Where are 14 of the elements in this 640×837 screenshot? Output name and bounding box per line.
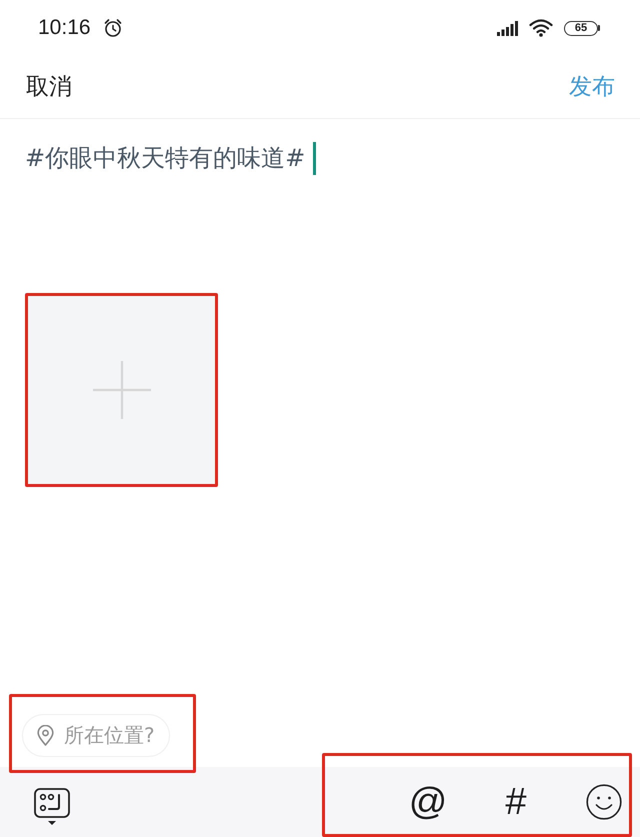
- signal-icon: [497, 20, 519, 36]
- battery-indicator: 65: [564, 20, 600, 36]
- plus-icon: [92, 361, 150, 419]
- cancel-button[interactable]: 取消: [26, 72, 72, 102]
- status-time: 10:16: [38, 16, 91, 40]
- alarm-clock-icon: [102, 18, 123, 38]
- keyboard-button[interactable]: [34, 788, 70, 826]
- post-text-field[interactable]: #你眼中秋天特有的味道#: [25, 140, 316, 176]
- topic-button[interactable]: #: [491, 777, 541, 827]
- mention-button[interactable]: @: [403, 777, 453, 827]
- location-pin-icon: [37, 725, 54, 746]
- keyboard-icon: [34, 788, 70, 826]
- wifi-icon: [529, 19, 553, 37]
- smiley-icon: [586, 784, 622, 820]
